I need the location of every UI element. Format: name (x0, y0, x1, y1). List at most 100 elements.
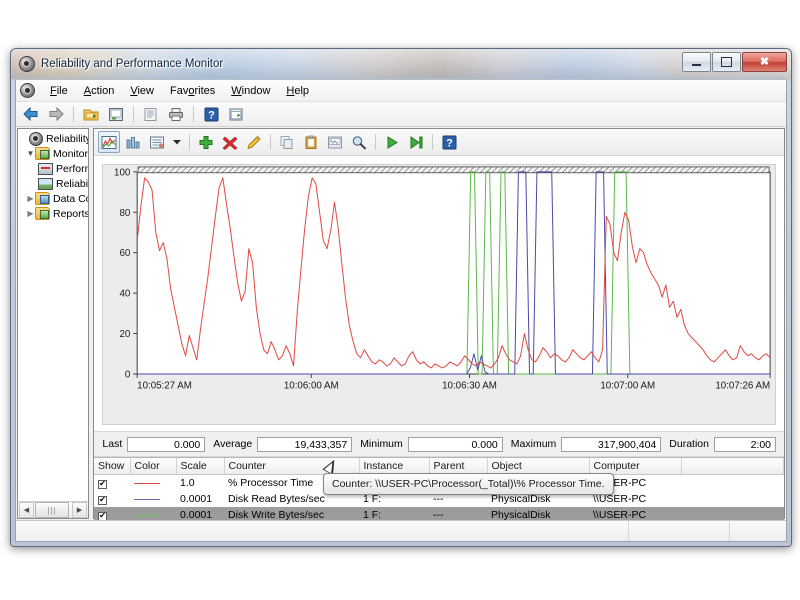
tree-item-label: Monitorin (53, 147, 88, 160)
menu-item-view[interactable]: View (122, 82, 162, 100)
stat-value-maximum: 317,900,404 (561, 436, 662, 452)
toolbar-separator (189, 134, 190, 150)
cell-filler (681, 475, 784, 492)
tree-item-reliability-and-performance[interactable]: Reliability and (18, 131, 88, 146)
counter-tooltip: Counter: \\USER-PC\Processor(_Total)\% P… (323, 473, 614, 495)
minimize-button[interactable] (682, 52, 711, 72)
performance-monitor-pane: ? 0 20 40 60 80 100 10:05:27 AM 10:06:00 AM 10:0… (93, 128, 785, 523)
maximize-icon (721, 57, 732, 67)
body: Reliability and ▼ Monitorin Perform (16, 127, 786, 523)
view-line-graph-icon[interactable] (98, 131, 120, 153)
cell-filler (681, 491, 784, 507)
scroll-right-arrow-icon[interactable]: ▶ (72, 502, 87, 518)
toolbar-separator (270, 134, 271, 150)
stat-value-last: 0.000 (127, 436, 206, 452)
column-header-scale[interactable]: Scale (176, 458, 225, 475)
menu-item-action[interactable]: Action (76, 82, 123, 100)
perfmon-icon (29, 131, 43, 146)
back-icon[interactable] (20, 103, 42, 125)
tree-item-data-collector-sets[interactable]: ▶ Data Colle (18, 191, 88, 206)
add-counter-icon[interactable] (195, 131, 217, 153)
cell-show[interactable]: ✔ (94, 475, 130, 492)
show-checkbox[interactable]: ✔ (98, 479, 107, 489)
toolbar-separator (73, 106, 74, 122)
svg-text:100: 100 (114, 167, 131, 178)
paste-counter-list-icon[interactable] (300, 131, 322, 153)
stat-label-minimum: Minimum (360, 438, 403, 450)
properties-icon[interactable] (105, 103, 127, 125)
reliability-monitor-icon (38, 178, 53, 190)
column-header-show[interactable]: Show (94, 458, 131, 475)
window-glass-frame: Reliability and Performance Monitor ✖ Fi… (11, 49, 791, 546)
svg-text:0: 0 (125, 370, 131, 381)
tree-item-label: Reliability and (46, 132, 88, 145)
view-histogram-icon[interactable] (122, 131, 144, 153)
highlight-icon[interactable] (243, 131, 265, 153)
graph-area[interactable]: 0 20 40 60 80 100 10:05:27 AM 10:06:00 AM 10:06:… (94, 156, 784, 495)
tree-item-performance-monitor[interactable]: Perform (18, 161, 88, 176)
performance-line-chart[interactable]: 0 20 40 60 80 100 10:05:27 AM 10:06:00 AM 10:06:… (102, 164, 776, 396)
cell-color (130, 491, 176, 507)
scrollbar-thumb[interactable]: ||| (35, 502, 69, 518)
chevron-down-icon[interactable]: ▼ (26, 149, 35, 158)
menu-item-file[interactable]: File (42, 82, 76, 100)
tree-horizontal-scrollbar[interactable]: ◀ ||| ▶ (18, 501, 88, 518)
menu-item-help[interactable]: Help (278, 82, 317, 100)
chevron-right-icon[interactable]: ▶ (26, 194, 35, 203)
update-data-icon[interactable] (405, 131, 427, 153)
view-report-icon[interactable] (146, 131, 168, 153)
show-checkbox[interactable]: ✔ (98, 495, 107, 505)
print-icon[interactable] (165, 103, 187, 125)
stat-label-last: Last (102, 438, 123, 450)
zoom-icon[interactable] (348, 131, 370, 153)
main-toolbar: ? (16, 102, 786, 127)
window-title: Reliability and Performance Monitor (41, 58, 224, 70)
stat-value-average: 19,433,357 (257, 436, 353, 452)
cell-show[interactable]: ✔ (94, 491, 130, 507)
cell-scale: 0.0001 (180, 493, 213, 505)
menu-item-favorites[interactable]: Favorites (162, 82, 223, 100)
scroll-left-arrow-icon[interactable]: ◀ (19, 502, 34, 518)
console-menu-icon[interactable] (20, 83, 35, 98)
tree-item-label: Reports (53, 207, 88, 220)
column-header-color[interactable]: Color (130, 458, 177, 475)
perfmon-icon (19, 56, 35, 72)
menu-bar: File Action View Favorites Window Help (16, 80, 786, 102)
copy-properties-icon[interactable] (276, 131, 298, 153)
help-icon[interactable]: ? (438, 131, 460, 153)
statistics-bar: Last 0.000 Average 19,433,357 Minimum 0.… (94, 431, 784, 457)
column-header-filler (681, 458, 784, 475)
maximize-button[interactable] (712, 52, 741, 72)
chart-toolbar: ? (94, 129, 784, 156)
color-swatch (134, 482, 160, 484)
tree-item-label: Data Colle (53, 192, 88, 205)
stat-value-minimum: 0.000 (407, 436, 503, 452)
tree-item-reliability-monitor[interactable]: Reliabi (18, 176, 88, 191)
stat-label-duration: Duration (669, 438, 709, 450)
toolbar-separator (432, 134, 433, 150)
forward-icon[interactable] (45, 103, 67, 125)
client-area: File Action View Favorites Window Help ?… (15, 79, 787, 542)
tree-item-reports[interactable]: ▶ Reports (18, 206, 88, 221)
tree-item-monitoring-tools[interactable]: ▼ Monitorin (18, 146, 88, 161)
performance-monitor-icon (38, 163, 53, 175)
export-list-icon[interactable] (140, 103, 162, 125)
svg-text:10:06:00 AM: 10:06:00 AM (284, 381, 339, 392)
color-swatch (134, 498, 160, 500)
delete-counter-icon[interactable] (219, 131, 241, 153)
color-swatch (134, 514, 160, 516)
show-hide-console-tree-icon[interactable] (80, 103, 102, 125)
svg-text:10:06:30 AM: 10:06:30 AM (442, 381, 497, 392)
cell-color (130, 475, 176, 492)
console-tree-pane: Reliability and ▼ Monitorin Perform (17, 128, 89, 519)
unfreeze-display-icon[interactable] (381, 131, 403, 153)
new-window-icon[interactable] (225, 103, 247, 125)
help-icon[interactable]: ? (200, 103, 222, 125)
menu-item-window[interactable]: Window (223, 82, 278, 100)
view-dropdown-icon[interactable] (170, 131, 184, 153)
properties-icon[interactable] (324, 131, 346, 153)
close-button[interactable]: ✖ (742, 52, 787, 72)
chevron-right-icon[interactable]: ▶ (26, 209, 35, 218)
minimize-icon (692, 64, 701, 66)
close-icon: ✖ (759, 55, 770, 68)
